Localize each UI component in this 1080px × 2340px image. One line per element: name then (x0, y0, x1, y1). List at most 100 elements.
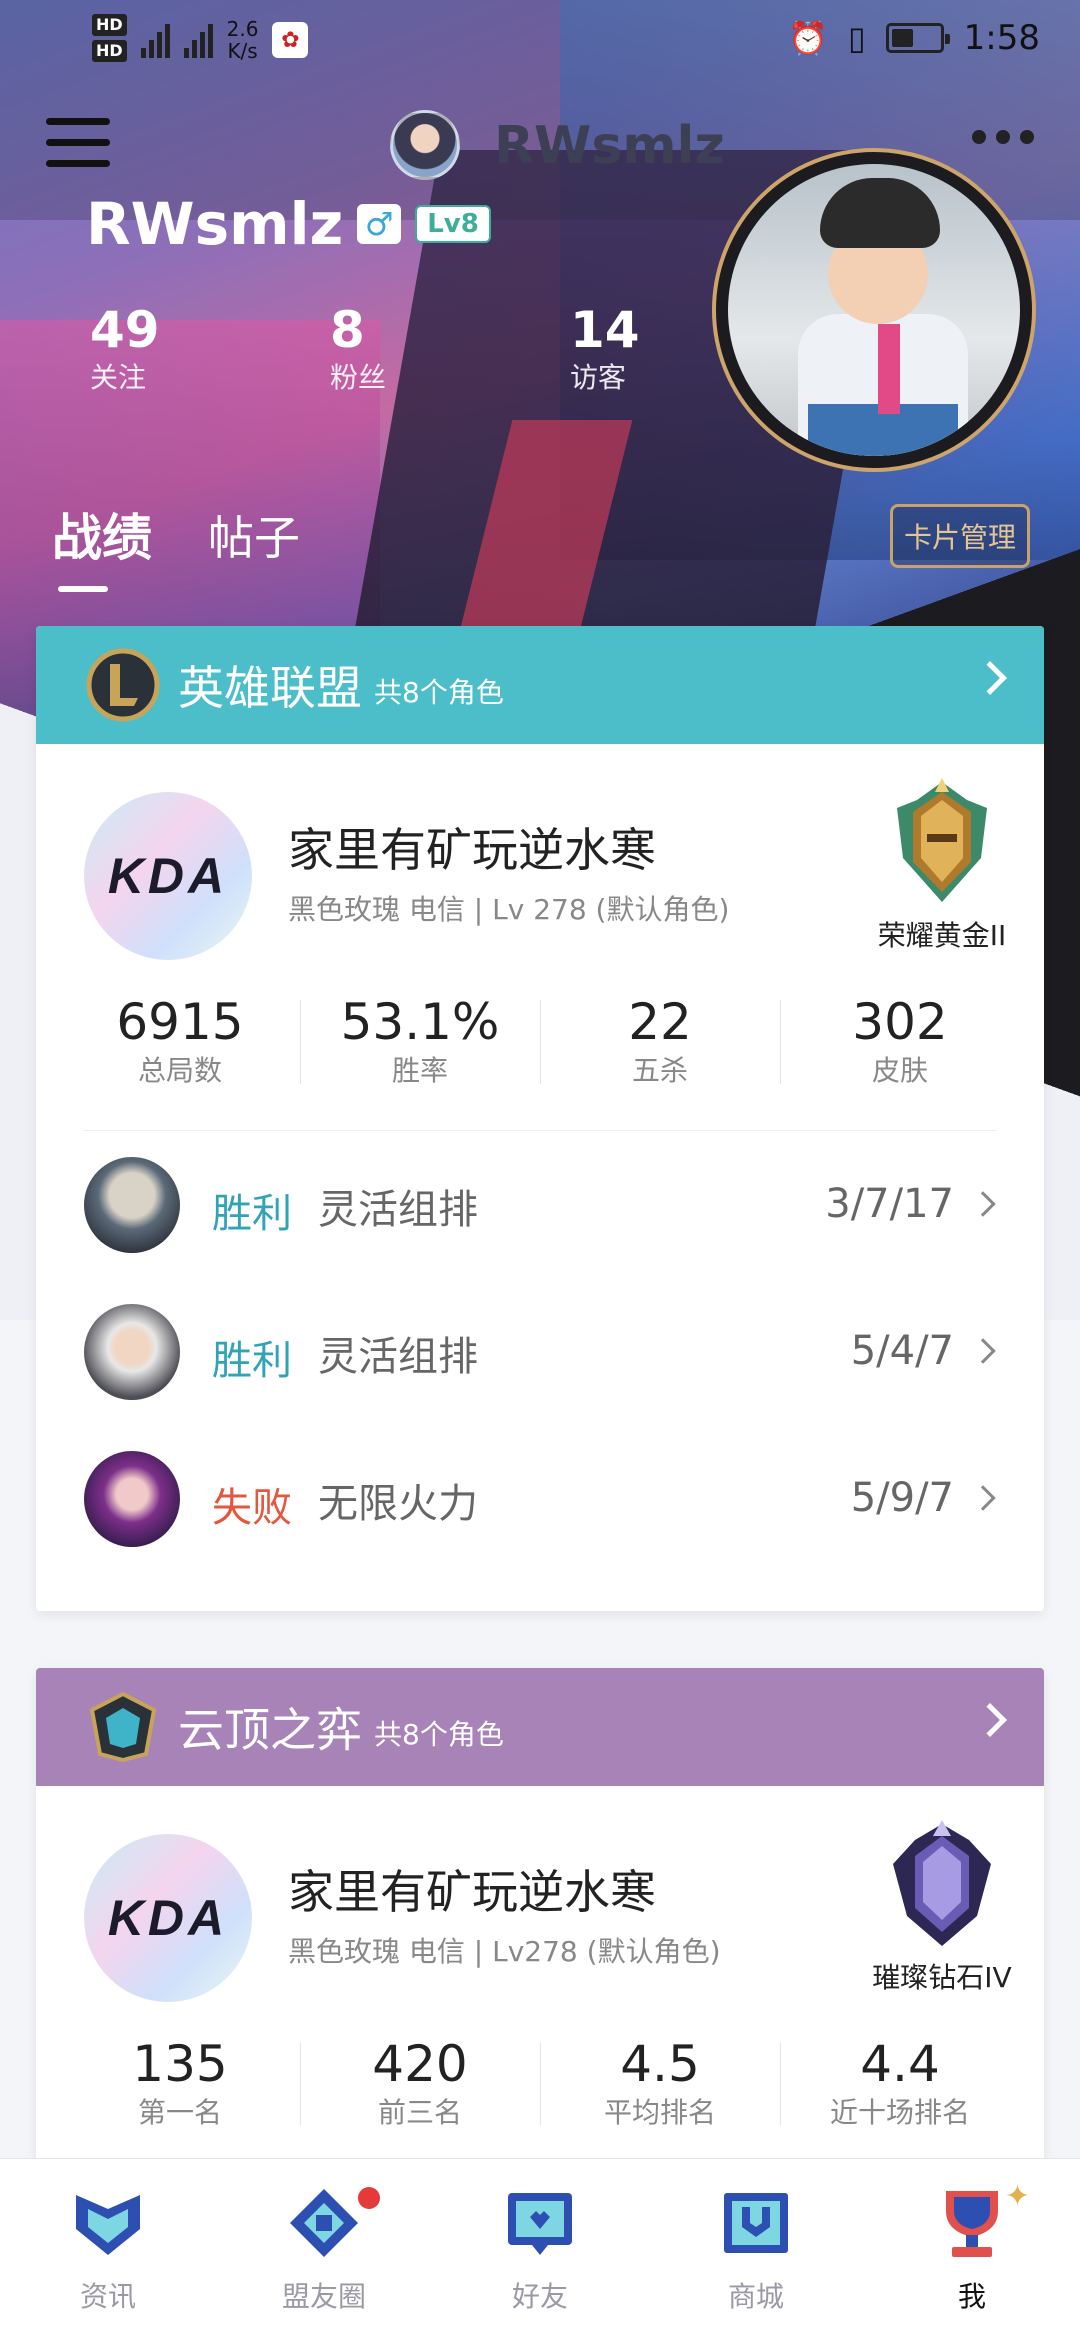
match-row[interactable]: 胜利 灵活组排 3/7/17 (36, 1131, 1044, 1278)
role-name: 家里有矿玩逆水寒 (288, 823, 656, 877)
stat-fans[interactable]: 8 粉丝 (330, 300, 570, 396)
male-gender-icon: ♂ (357, 204, 402, 244)
champion-avatar (84, 1304, 180, 1400)
chat-icon (508, 2193, 572, 2255)
nav-label: 商城 (727, 2280, 784, 2313)
match-kda: 5/9/7 (850, 1475, 954, 1521)
stat-label: 五杀 (631, 1054, 688, 1087)
stat-label: 总局数 (137, 1054, 222, 1087)
match-row[interactable]: 胜利 灵活组排 5/4/7 (36, 1278, 1044, 1425)
signal-4g-icon (183, 22, 213, 58)
tab-records[interactable]: 战绩 (52, 498, 152, 592)
stat-recent-ten-rank: 4.4 近十场排名 (780, 2034, 1020, 2154)
stat-skins: 302 皮肤 (780, 992, 1020, 1112)
stat-value: 135 (132, 2035, 228, 2093)
card-manage-button[interactable]: 卡片管理 (890, 504, 1030, 568)
nav-news[interactable]: 资讯 (0, 2159, 216, 2340)
sparkle-icon: ✦ (1004, 2179, 1030, 2214)
stat-following[interactable]: 49 关注 (90, 300, 330, 396)
rank-badge: 璀璨钻石IV (862, 1820, 1022, 1996)
chevron-right-icon (970, 1338, 996, 1364)
game-role-count: 共8个角色 (374, 1718, 504, 1751)
hd-icon: HD HD (92, 14, 127, 66)
match-kda: 5/4/7 (850, 1328, 954, 1374)
toolbar-title: RWsmlz (494, 116, 725, 176)
app-notification-icon: ✿ (272, 22, 309, 58)
rank-name: 荣耀黄金II (877, 919, 1007, 952)
nav-friends-circle[interactable]: 盟友圈 (216, 2159, 432, 2340)
lol-logo-icon (86, 648, 160, 722)
stat-value: 8 (330, 301, 365, 359)
me-trophy-icon (946, 2191, 998, 2257)
profile-name-row: RWsmlz ♂ Lv8 (86, 190, 491, 258)
rank-name: 璀璨钻石IV (872, 1961, 1012, 1994)
store-icon (724, 2193, 788, 2253)
chevron-right-icon (970, 1191, 996, 1217)
stat-label: 粉丝 (330, 361, 387, 394)
stat-value: 49 (90, 301, 160, 359)
stat-value: 4.4 (860, 2035, 940, 2093)
stat-label: 近十场排名 (829, 2096, 970, 2129)
nav-label: 好友 (511, 2280, 568, 2313)
role-server-info: 黑色玫瑰 电信 | Lv278 (默认角色) (288, 1935, 721, 1968)
champion-avatar (84, 1451, 180, 1547)
notification-badge (358, 2187, 380, 2209)
stat-total-games: 6915 总局数 (60, 992, 300, 1112)
stat-label: 胜率 (391, 1054, 448, 1087)
nav-label: 盟友圈 (281, 2280, 366, 2313)
stat-label: 前三名 (377, 2096, 462, 2129)
match-result: 胜利 (212, 1338, 292, 1384)
rank-badge: 荣耀黄金II (862, 778, 1022, 954)
status-bar: HD HD 2.6 K/s ✿ ⏰ ▯ 1:58 (0, 0, 1080, 84)
game-name: 英雄联盟 (178, 661, 362, 715)
bottom-navigation: 资讯 盟友圈 好友 商城 ✦ 我 (0, 2158, 1080, 2340)
lol-card-header[interactable]: 英雄联盟 共8个角色 (36, 626, 1044, 744)
stat-top-three: 420 前三名 (300, 2034, 540, 2154)
profile-tabs: 战绩 帖子 (52, 498, 300, 592)
nav-me[interactable]: ✦ 我 (864, 2159, 1080, 2340)
stat-value: 4.5 (620, 2035, 700, 2093)
role-name: 家里有矿玩逆水寒 (288, 1865, 656, 1919)
match-mode: 灵活组排 (318, 1334, 478, 1380)
battery-icon (885, 23, 950, 53)
champion-avatar (84, 1157, 180, 1253)
menu-icon[interactable] (46, 118, 110, 174)
match-result: 失败 (212, 1485, 292, 1531)
stat-win-rate: 53.1% 胜率 (300, 992, 540, 1112)
stat-pentakills: 22 五杀 (540, 992, 780, 1112)
tab-posts[interactable]: 帖子 (208, 502, 300, 574)
stat-label: 关注 (90, 361, 147, 394)
match-mode: 灵活组排 (318, 1187, 478, 1233)
lol-card: 英雄联盟 共8个角色 KDA 家里有矿玩逆水寒 黑色玫瑰 电信 | Lv 278… (36, 626, 1044, 1611)
news-icon (76, 2195, 140, 2255)
stat-value: 53.1% (340, 993, 500, 1051)
stat-average-rank: 4.5 平均排名 (540, 2034, 780, 2154)
stat-value: 420 (372, 2035, 468, 2093)
net-speed: 2.6 K/s (226, 17, 259, 63)
match-row[interactable]: 失败 无限火力 5/9/7 (36, 1425, 1044, 1572)
game-name: 云顶之弈 (178, 1703, 362, 1757)
match-result: 胜利 (212, 1191, 292, 1237)
chevron-right-icon (970, 1485, 996, 1511)
stat-value: 6915 (116, 993, 244, 1051)
stat-value: 302 (852, 993, 948, 1051)
role-summary[interactable]: KDA 家里有矿玩逆水寒 黑色玫瑰 电信 | Lv 278 (默认角色) 荣耀黄… (36, 744, 1044, 992)
more-options-icon[interactable] (972, 130, 1034, 144)
tft-logo-icon (89, 1691, 157, 1763)
stat-label: 平均排名 (603, 2096, 716, 2129)
match-kda: 3/7/17 (825, 1181, 954, 1227)
tft-card-header[interactable]: 云顶之弈 共8个角色 (36, 1668, 1044, 1786)
stat-label: 皮肤 (871, 1054, 928, 1087)
nav-store[interactable]: 商城 (648, 2159, 864, 2340)
profile-avatar[interactable] (712, 148, 1036, 472)
role-summary[interactable]: KDA 家里有矿玩逆水寒 黑色玫瑰 电信 | Lv278 (默认角色) 璀璨钻石… (36, 1786, 1044, 2034)
stat-label: 第一名 (137, 2096, 222, 2129)
chevron-right-icon (973, 661, 1007, 695)
role-avatar: KDA (84, 1834, 252, 2002)
level-badge: Lv8 (415, 205, 491, 243)
diamond-rank-emblem-icon (893, 1820, 991, 1946)
role-avatar: KDA (84, 792, 252, 960)
game-stats: 135 第一名 420 前三名 4.5 平均排名 4.4 近十场排名 (60, 2034, 1020, 2154)
toolbar-avatar[interactable] (390, 110, 460, 180)
nav-friends[interactable]: 好友 (432, 2159, 648, 2340)
